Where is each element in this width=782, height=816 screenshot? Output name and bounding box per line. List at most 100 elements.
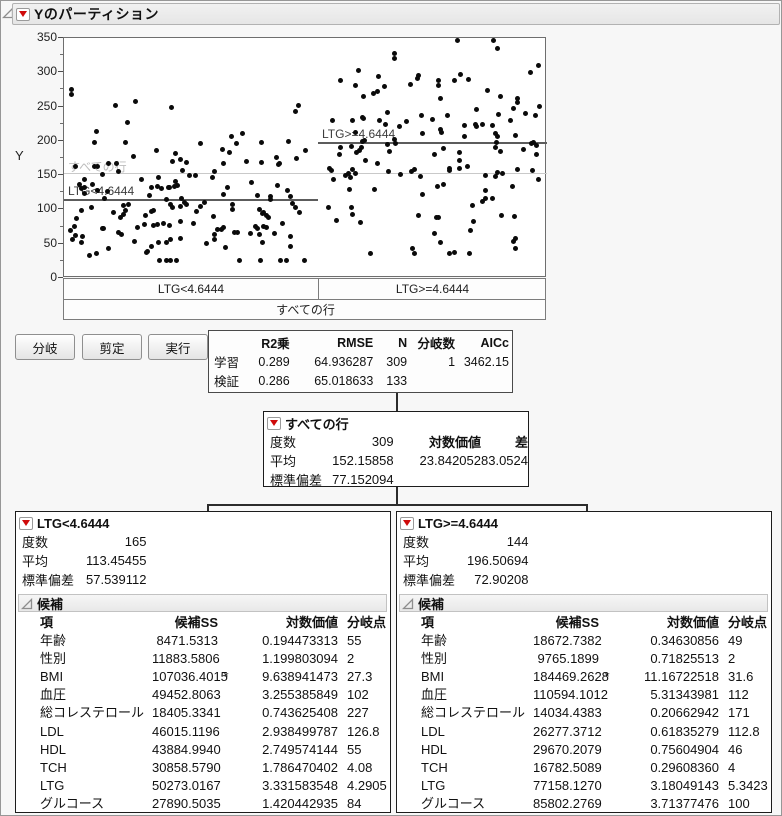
data-point[interactable]	[297, 210, 302, 215]
data-point[interactable]	[198, 141, 203, 146]
data-point[interactable]	[234, 141, 239, 146]
data-point[interactable]	[187, 173, 192, 178]
data-point[interactable]	[523, 111, 528, 116]
data-point[interactable]	[436, 78, 441, 83]
red-triangle-menu-icon[interactable]	[16, 8, 30, 21]
data-point[interactable]	[385, 142, 390, 147]
data-point[interactable]	[280, 221, 285, 226]
data-point[interactable]	[447, 251, 452, 256]
data-point[interactable]	[274, 155, 279, 160]
data-point[interactable]	[286, 139, 291, 144]
data-point[interactable]	[356, 68, 361, 73]
data-point[interactable]	[490, 123, 495, 128]
data-point[interactable]	[465, 164, 470, 169]
data-point[interactable]	[445, 113, 450, 118]
data-point[interactable]	[376, 74, 381, 79]
data-point[interactable]	[357, 148, 362, 153]
data-point[interactable]	[284, 258, 289, 263]
data-point[interactable]	[470, 203, 475, 208]
data-point[interactable]	[255, 193, 260, 198]
data-point[interactable]	[398, 172, 403, 177]
data-point[interactable]	[350, 212, 355, 217]
data-point[interactable]	[462, 123, 467, 128]
data-point[interactable]	[302, 258, 307, 263]
data-point[interactable]	[438, 240, 443, 245]
data-point[interactable]	[89, 205, 94, 210]
data-point[interactable]	[480, 122, 485, 127]
data-point[interactable]	[515, 167, 520, 172]
data-point[interactable]	[257, 232, 262, 237]
data-point[interactable]	[498, 149, 503, 154]
data-point[interactable]	[337, 152, 342, 157]
data-point[interactable]	[260, 240, 265, 245]
data-point[interactable]	[68, 228, 73, 233]
data-point[interactable]	[452, 250, 457, 255]
data-point[interactable]	[79, 208, 84, 213]
data-point[interactable]	[361, 116, 366, 121]
data-point[interactable]	[272, 231, 277, 236]
data-point[interactable]	[457, 150, 462, 155]
collapse-triangle-icon[interactable]	[402, 598, 414, 610]
data-point[interactable]	[530, 168, 535, 173]
data-point[interactable]	[392, 51, 397, 56]
data-point[interactable]	[82, 177, 87, 182]
data-point[interactable]	[404, 119, 409, 124]
data-point[interactable]	[493, 174, 498, 179]
data-point[interactable]	[144, 250, 149, 255]
data-point[interactable]	[132, 239, 137, 244]
data-point[interactable]	[338, 78, 343, 83]
data-point[interactable]	[513, 246, 518, 251]
strip-left-group[interactable]: LTG<4.6444	[64, 279, 318, 299]
data-point[interactable]	[106, 246, 111, 251]
data-point[interactable]	[174, 258, 179, 263]
data-point[interactable]	[221, 192, 226, 197]
data-point[interactable]	[167, 223, 172, 228]
data-point[interactable]	[533, 113, 538, 118]
data-point[interactable]	[210, 175, 215, 180]
data-point[interactable]	[178, 236, 183, 241]
data-point[interactable]	[435, 184, 440, 189]
data-point[interactable]	[225, 185, 230, 190]
go-button[interactable]: 実行	[148, 334, 208, 360]
collapse-triangle-icon[interactable]	[21, 598, 33, 610]
data-point[interactable]	[483, 188, 488, 193]
data-point[interactable]	[116, 230, 121, 235]
data-point[interactable]	[69, 92, 74, 97]
data-point[interactable]	[230, 207, 235, 212]
data-point[interactable]	[126, 202, 131, 207]
data-point[interactable]	[113, 103, 118, 108]
data-point[interactable]	[125, 120, 130, 125]
data-point[interactable]	[393, 141, 398, 146]
data-point[interactable]	[511, 106, 516, 111]
data-point[interactable]	[123, 140, 128, 145]
data-point[interactable]	[139, 177, 144, 182]
data-point[interactable]	[212, 237, 217, 242]
data-point[interactable]	[493, 145, 498, 150]
data-point[interactable]	[173, 151, 178, 156]
data-point[interactable]	[266, 215, 271, 220]
data-point[interactable]	[194, 209, 199, 214]
data-point[interactable]	[248, 231, 253, 236]
data-point[interactable]	[72, 224, 77, 229]
data-point[interactable]	[259, 160, 264, 165]
data-point[interactable]	[95, 164, 100, 169]
data-point[interactable]	[172, 184, 177, 189]
data-point[interactable]	[149, 244, 154, 249]
data-point[interactable]	[74, 216, 79, 221]
data-point[interactable]	[510, 184, 515, 189]
data-point[interactable]	[170, 205, 175, 210]
data-point[interactable]	[79, 240, 84, 245]
data-point[interactable]	[80, 234, 85, 239]
data-point[interactable]	[348, 175, 353, 180]
data-point[interactable]	[288, 244, 293, 249]
data-point[interactable]	[438, 96, 443, 101]
data-point[interactable]	[212, 232, 217, 237]
data-point[interactable]	[512, 214, 517, 219]
data-point[interactable]	[382, 84, 387, 89]
data-point[interactable]	[149, 185, 154, 190]
data-point[interactable]	[397, 124, 402, 129]
data-point[interactable]	[244, 159, 249, 164]
data-point[interactable]	[294, 156, 299, 161]
data-point[interactable]	[223, 245, 228, 250]
data-point[interactable]	[154, 148, 159, 153]
